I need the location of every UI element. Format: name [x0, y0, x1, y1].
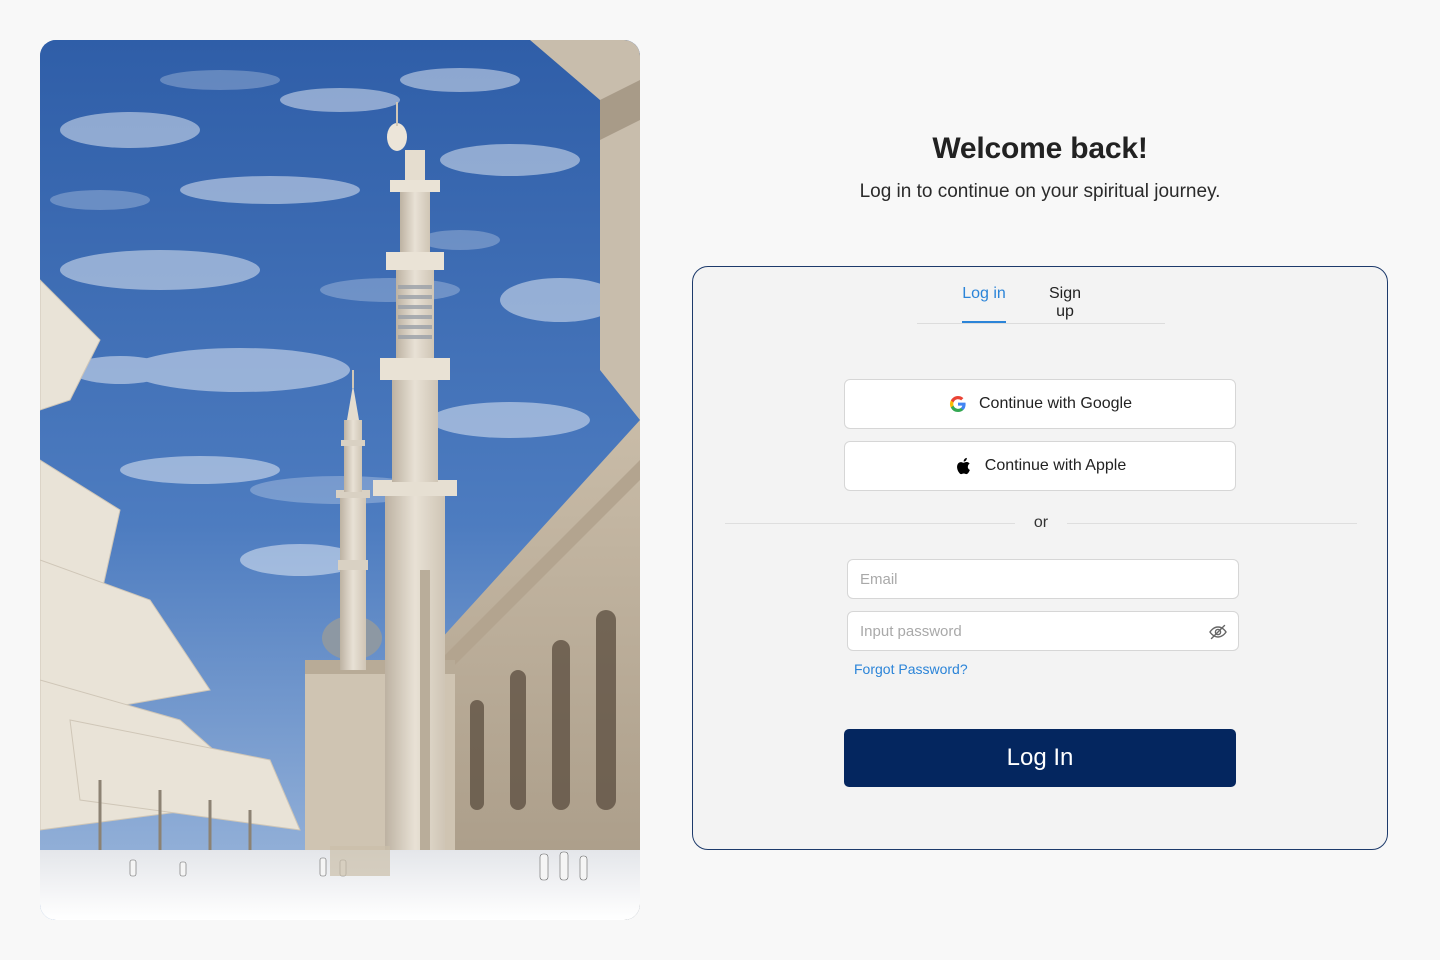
page-subtitle: Log in to continue on your spiritual jou… — [859, 181, 1221, 202]
page-title: Welcome back! — [932, 132, 1148, 165]
mosque-illustration — [40, 40, 640, 920]
apple-button-label: Continue with Apple — [984, 457, 1127, 474]
password-field-wrapper — [847, 611, 1239, 651]
log-in-button[interactable]: Log In — [844, 729, 1236, 787]
apple-icon — [954, 456, 974, 476]
email-field[interactable] — [848, 560, 1238, 598]
forgot-password-link[interactable]: Forgot Password? — [854, 661, 968, 677]
or-divider: or — [725, 513, 1357, 533]
password-field[interactable] — [848, 612, 1238, 650]
welcome-heading: Welcome back! Log in to continue on your… — [690, 130, 1390, 204]
tab-sign-up[interactable]: Sign up — [1038, 285, 1092, 323]
login-page: Welcome back! Log in to continue on your… — [0, 0, 1440, 960]
divider-line-right — [1067, 523, 1357, 524]
auth-tabs: Log in Sign up — [917, 267, 1165, 324]
email-field-wrapper — [847, 559, 1239, 599]
google-icon — [948, 394, 968, 414]
tab-log-in[interactable]: Log in — [962, 285, 1006, 323]
continue-with-google-button[interactable]: Continue with Google — [844, 379, 1236, 429]
eye-off-icon[interactable] — [1208, 622, 1228, 642]
auth-card: Log in Sign up Continue with Google Cont… — [692, 266, 1388, 850]
active-tab-indicator — [962, 321, 1006, 323]
hero-image — [40, 40, 640, 920]
google-button-label: Continue with Google — [979, 395, 1132, 412]
continue-with-apple-button[interactable]: Continue with Apple — [844, 441, 1236, 491]
